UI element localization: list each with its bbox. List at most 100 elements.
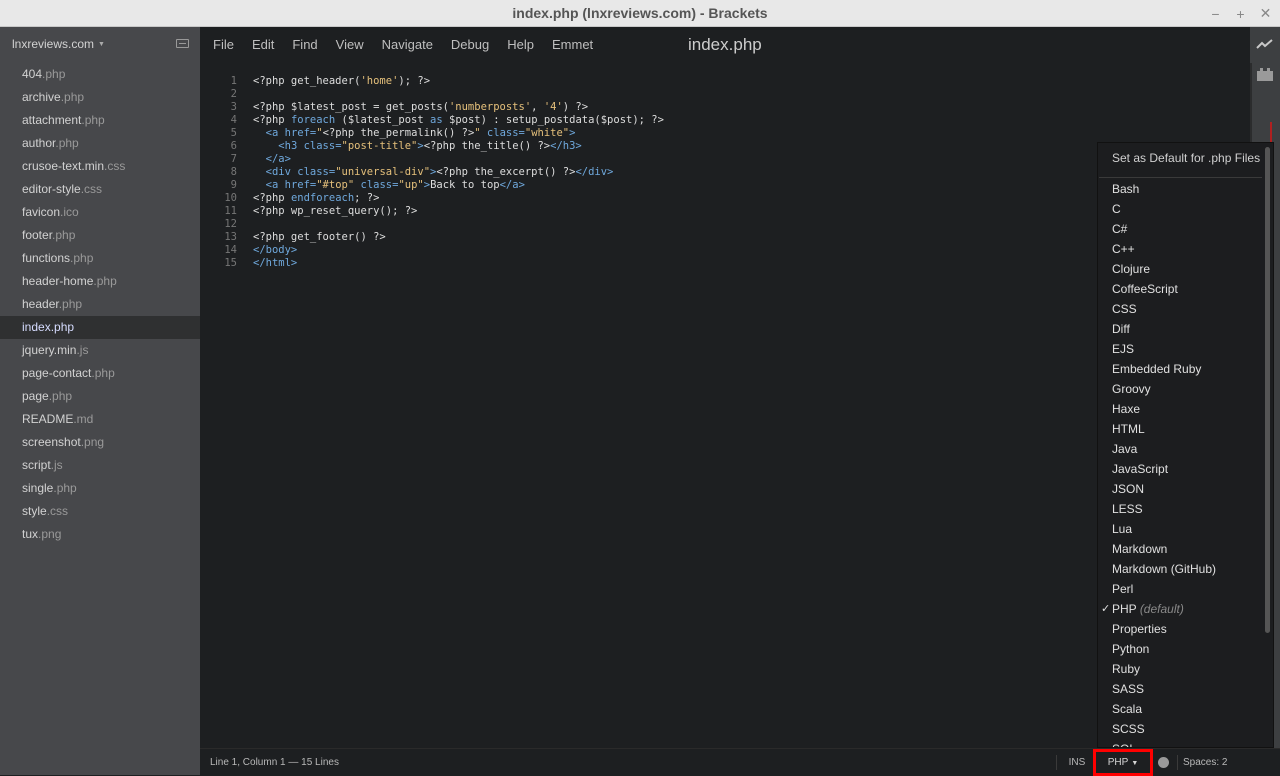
file-item[interactable]: style.css bbox=[0, 500, 200, 523]
code-token: </a> bbox=[266, 153, 291, 165]
code-line: 12 bbox=[200, 218, 1250, 231]
language-option[interactable]: C++ bbox=[1098, 239, 1263, 259]
dropdown-scrollbar[interactable] bbox=[1265, 147, 1270, 633]
language-option[interactable]: LESS bbox=[1098, 499, 1263, 519]
language-option[interactable]: Diff bbox=[1098, 319, 1263, 339]
language-option[interactable]: Markdown bbox=[1098, 539, 1263, 559]
file-item[interactable]: attachment.php bbox=[0, 109, 200, 132]
file-item[interactable]: screenshot.png bbox=[0, 431, 200, 454]
split-view-icon[interactable] bbox=[176, 39, 189, 48]
language-option[interactable]: SCSS bbox=[1098, 719, 1263, 739]
language-option[interactable]: Java bbox=[1098, 439, 1263, 459]
code-line: 14</body> bbox=[200, 244, 1250, 257]
file-item[interactable]: 404.php bbox=[0, 63, 200, 86]
file-extension: .png bbox=[38, 527, 61, 541]
minimize-button[interactable]: − bbox=[1209, 6, 1222, 22]
code-editor[interactable]: 1<?php get_header('home'); ?>23<?php $la… bbox=[200, 75, 1250, 270]
file-item[interactable]: editor-style.css bbox=[0, 178, 200, 201]
language-label: Ruby bbox=[1112, 662, 1140, 676]
file-item[interactable]: jquery.min.js bbox=[0, 339, 200, 362]
language-label: Lua bbox=[1112, 522, 1132, 536]
code-token: 'home' bbox=[360, 75, 398, 87]
file-item[interactable]: functions.php bbox=[0, 247, 200, 270]
file-item[interactable]: header.php bbox=[0, 293, 200, 316]
close-button[interactable]: ✕ bbox=[1259, 5, 1272, 22]
line-number: 4 bbox=[200, 114, 237, 127]
menu-view[interactable]: View bbox=[336, 27, 364, 62]
language-option[interactable]: Markdown (GitHub) bbox=[1098, 559, 1263, 579]
file-extension: .php bbox=[51, 320, 74, 334]
file-extension: .css bbox=[81, 182, 102, 196]
menu-navigate[interactable]: Navigate bbox=[382, 27, 433, 62]
language-option[interactable]: Properties bbox=[1098, 619, 1263, 639]
language-option[interactable]: Bash bbox=[1098, 179, 1263, 199]
file-item[interactable]: archive.php bbox=[0, 86, 200, 109]
language-label: JSON bbox=[1112, 482, 1144, 496]
line-number: 12 bbox=[200, 218, 237, 231]
language-option[interactable]: Perl bbox=[1098, 579, 1263, 599]
menu-file[interactable]: File bbox=[213, 27, 234, 62]
file-item[interactable]: favicon.ico bbox=[0, 201, 200, 224]
language-option[interactable]: Haxe bbox=[1098, 399, 1263, 419]
language-option[interactable]: CSS bbox=[1098, 299, 1263, 319]
language-option[interactable]: C bbox=[1098, 199, 1263, 219]
language-option[interactable]: Python bbox=[1098, 639, 1263, 659]
file-item[interactable]: author.php bbox=[0, 132, 200, 155]
code-token: <?php get_header( bbox=[253, 75, 360, 87]
language-option[interactable]: EJS bbox=[1098, 339, 1263, 359]
line-number: 8 bbox=[200, 166, 237, 179]
language-option[interactable]: CoffeeScript bbox=[1098, 279, 1263, 299]
language-option[interactable]: Ruby bbox=[1098, 659, 1263, 679]
language-option[interactable]: Groovy bbox=[1098, 379, 1263, 399]
linter-status-icon[interactable] bbox=[1158, 757, 1169, 768]
file-item[interactable]: tux.png bbox=[0, 523, 200, 546]
line-number: 3 bbox=[200, 101, 237, 114]
file-name: editor-style bbox=[22, 182, 81, 196]
language-option[interactable]: Scala bbox=[1098, 699, 1263, 719]
file-item[interactable]: header-home.php bbox=[0, 270, 200, 293]
language-label: Perl bbox=[1112, 582, 1133, 596]
file-item[interactable]: footer.php bbox=[0, 224, 200, 247]
file-item[interactable]: crusoe-text.min.css bbox=[0, 155, 200, 178]
extension-manager-icon[interactable] bbox=[1256, 68, 1274, 82]
language-option[interactable]: Clojure bbox=[1098, 259, 1263, 279]
menu-debug[interactable]: Debug bbox=[451, 27, 489, 62]
code-token: endforeach bbox=[291, 192, 354, 204]
file-name: crusoe-text.min bbox=[22, 159, 104, 173]
maximize-button[interactable]: + bbox=[1234, 6, 1247, 22]
live-preview-icon[interactable] bbox=[1256, 37, 1274, 51]
file-item[interactable]: page-contact.php bbox=[0, 362, 200, 385]
project-dropdown[interactable]: lnxreviews.com▼ bbox=[12, 37, 105, 51]
code-token: </html> bbox=[253, 257, 297, 269]
file-item[interactable]: page.php bbox=[0, 385, 200, 408]
menu-help[interactable]: Help bbox=[507, 27, 534, 62]
language-option[interactable]: C# bbox=[1098, 219, 1263, 239]
menu-emmet[interactable]: Emmet bbox=[552, 27, 593, 62]
file-item[interactable]: index.php bbox=[0, 316, 200, 339]
code-token: <?php the_excerpt() ?> bbox=[436, 166, 575, 178]
code-line: 15</html> bbox=[200, 257, 1250, 270]
language-option[interactable]: Embedded Ruby bbox=[1098, 359, 1263, 379]
set-default-option[interactable]: Set as Default for .php Files bbox=[1112, 151, 1260, 165]
language-option[interactable]: Lua bbox=[1098, 519, 1263, 539]
language-option[interactable]: JSON bbox=[1098, 479, 1263, 499]
language-option[interactable]: SQL bbox=[1098, 739, 1263, 748]
language-label: JavaScript bbox=[1112, 462, 1168, 476]
language-option[interactable]: JavaScript bbox=[1098, 459, 1263, 479]
language-label: Properties bbox=[1112, 622, 1167, 636]
file-item[interactable]: README.md bbox=[0, 408, 200, 431]
code-token: Back to top bbox=[430, 179, 500, 191]
menu-edit[interactable]: Edit bbox=[252, 27, 274, 62]
code-token bbox=[253, 153, 266, 165]
language-option[interactable]: ✓PHP (default) bbox=[1098, 599, 1263, 619]
language-selector[interactable]: PHP▼ bbox=[1093, 749, 1153, 776]
menu-find[interactable]: Find bbox=[292, 27, 317, 62]
language-option[interactable]: SASS bbox=[1098, 679, 1263, 699]
language-option[interactable]: HTML bbox=[1098, 419, 1263, 439]
main-menu: File Edit Find View Navigate Debug Help Emmet bbox=[213, 27, 611, 62]
language-label: Markdown bbox=[1112, 542, 1167, 556]
file-item[interactable]: single.php bbox=[0, 477, 200, 500]
insert-mode-toggle[interactable]: INS bbox=[1062, 749, 1092, 776]
indent-setting[interactable]: Spaces: 2 bbox=[1183, 749, 1227, 776]
file-item[interactable]: script.js bbox=[0, 454, 200, 477]
